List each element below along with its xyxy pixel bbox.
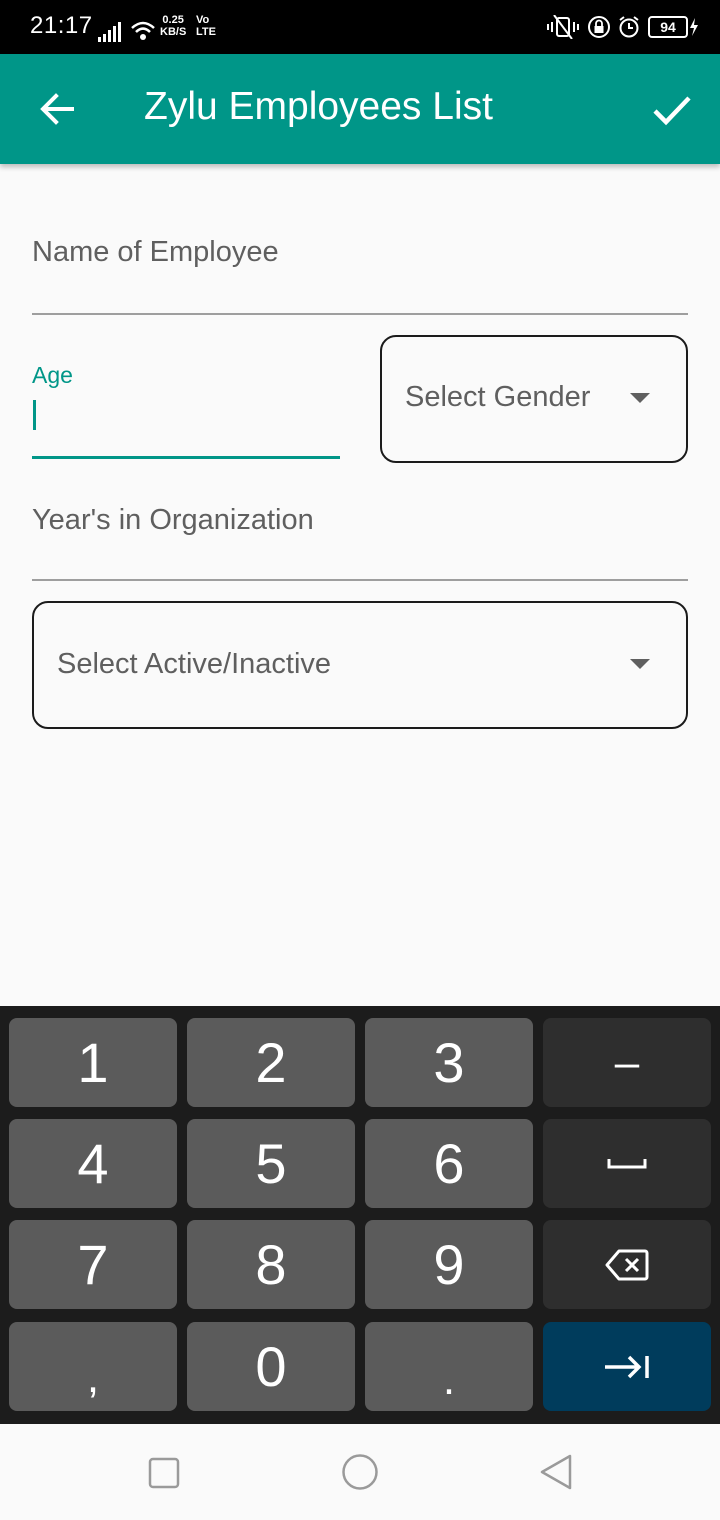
triangle-back-icon[interactable] [538,1453,574,1491]
name-field-underline [32,313,688,315]
speed-value: 0.25 [162,14,184,26]
circle-icon[interactable] [341,1453,379,1491]
key-0[interactable]: 0 [187,1322,355,1411]
key-4[interactable]: 4 [9,1119,177,1208]
key-1[interactable]: 1 [9,1018,177,1107]
status-dropdown-placeholder: Select Active/Inactive [57,648,332,680]
speed-unit: KB/S [160,26,187,38]
age-field-underline [32,456,340,459]
chevron-down-icon [630,659,650,669]
years-field-underline [32,579,688,581]
app-bar: Zylu Employees List [0,54,720,164]
battery-level: 94 [648,16,688,38]
name-field[interactable]: Name of Employee [32,230,688,320]
chevron-down-icon [630,393,650,403]
numeric-keyboard: 1 2 3 – 4 5 6 7 8 9 , 0 . [0,1006,720,1424]
key-3[interactable]: 3 [365,1018,533,1107]
key-9[interactable]: 9 [365,1220,533,1309]
charging-icon [690,18,698,36]
age-field-label: Age [32,362,73,388]
key-minus[interactable]: – [543,1018,711,1107]
volte-bottom: LTE [196,26,216,38]
space-icon [607,1158,647,1168]
arrow-left-icon[interactable] [36,88,78,130]
battery-icon: 94 [648,16,700,38]
status-bar: 21:17 0.25 KB/S Vo LTE 94 [0,0,720,54]
key-next[interactable] [543,1322,711,1411]
alarm-icon [619,16,639,38]
key-7[interactable]: 7 [9,1220,177,1309]
volte-top: Vo [196,14,210,26]
page-title: Zylu Employees List [144,85,493,128]
key-comma[interactable]: , [9,1322,177,1411]
status-dropdown[interactable]: Select Active/Inactive [32,601,688,729]
key-space[interactable] [543,1119,711,1208]
key-6[interactable]: 6 [365,1119,533,1208]
status-time: 21:17 [30,12,93,39]
lock-icon [588,16,610,38]
tab-next-icon [605,1355,649,1378]
years-field[interactable]: Year's in Organization [32,496,688,586]
square-icon[interactable] [148,1457,180,1489]
check-icon[interactable] [650,88,694,132]
years-field-label: Year's in Organization [32,504,314,536]
text-cursor [33,400,36,430]
vibrate-mute-icon [547,15,579,39]
volte-indicator: Vo LTE [196,14,216,38]
gender-dropdown-placeholder: Select Gender [405,381,591,413]
signal-icon [98,22,121,42]
key-5[interactable]: 5 [187,1119,355,1208]
name-field-label: Name of Employee [32,236,279,268]
gender-dropdown[interactable]: Select Gender [380,335,688,463]
key-2[interactable]: 2 [187,1018,355,1107]
key-backspace[interactable] [543,1220,711,1309]
wifi-icon [131,21,155,40]
backspace-icon [605,1249,649,1280]
system-nav-bar [0,1424,720,1520]
network-speed: 0.25 KB/S [160,14,186,38]
key-8[interactable]: 8 [187,1220,355,1309]
key-period[interactable]: . [365,1322,533,1411]
